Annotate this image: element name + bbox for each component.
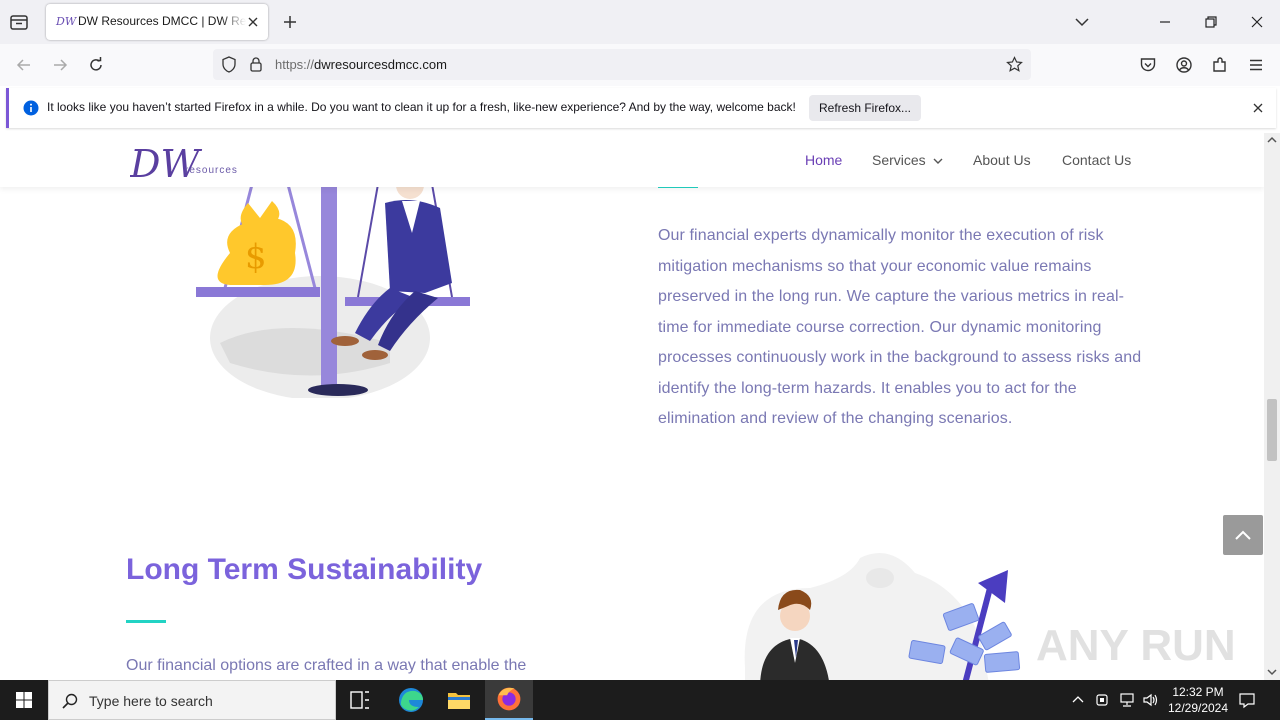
bookmark-star-icon[interactable] (1006, 56, 1023, 73)
file-explorer-icon[interactable] (435, 680, 483, 720)
nav-services-link[interactable]: Services (872, 152, 926, 168)
firefox-taskbar-icon[interactable] (485, 680, 533, 720)
balance-scale-illustration: $ (196, 173, 470, 398)
section-accent-line (126, 620, 166, 623)
lock-icon[interactable] (249, 56, 263, 73)
tab-title: DW Resources DMCC | DW Resources (78, 14, 246, 28)
scrollbar-thumb[interactable] (1267, 399, 1277, 461)
minimize-window-icon[interactable] (1157, 14, 1173, 30)
money-symbol: $ (245, 237, 267, 277)
back-to-top-button[interactable] (1223, 515, 1263, 555)
pocket-icon[interactable] (1139, 56, 1157, 74)
tracking-protection-shield-icon[interactable] (221, 56, 237, 73)
notifications-icon[interactable] (1238, 691, 1256, 709)
scroll-up-arrow-icon[interactable] (1267, 136, 1277, 144)
notification-message: It looks like you haven’t started Firefo… (47, 100, 796, 114)
sustainability-paragraph: Our financial options are crafted in a w… (126, 657, 527, 674)
dw-resources-logo[interactable]: DW resources (130, 137, 250, 185)
risk-monitoring-paragraph: Our financial experts dynamically monito… (658, 227, 1142, 427)
browser-navigation-bar: https://dwresourcesdmcc.com (0, 44, 1280, 86)
services-chevron-down-icon[interactable] (933, 157, 943, 165)
watermark-text: ANY RUN (1036, 621, 1236, 670)
hamburger-menu-icon[interactable] (1247, 56, 1265, 74)
taskbar-search-box[interactable]: Type here to search (48, 680, 336, 720)
close-tab-icon[interactable] (246, 15, 260, 29)
extensions-puzzle-icon[interactable] (1211, 56, 1229, 74)
windows-taskbar: Type here to search 12:32 PM 12/29/2024 (0, 680, 1280, 720)
nav-home-link[interactable]: Home (805, 152, 842, 168)
volume-icon[interactable] (1142, 692, 1160, 708)
clock-time: 12:32 PM (1172, 685, 1224, 699)
tab-overflow-chevron-icon[interactable] (1074, 14, 1090, 30)
web-page-content: $ Our financial experts dynamically moni… (0, 133, 1264, 680)
refresh-firefox-notification: It looks like you haven’t started Firefo… (6, 88, 1276, 128)
back-arrow-icon[interactable] (15, 56, 33, 74)
clock-date: 12/29/2024 (1167, 701, 1229, 715)
browser-tab-active[interactable]: DW DW Resources DMCC | DW Resources (46, 4, 268, 40)
anyrun-watermark: ANY RUN (1036, 621, 1236, 670)
system-clock[interactable]: 12:32 PM 12/29/2024 (1160, 684, 1236, 716)
growth-businessman-illustration (744, 553, 1021, 680)
search-placeholder: Type here to search (89, 693, 213, 709)
url-text[interactable]: https://dwresourcesdmcc.com (275, 57, 447, 72)
account-icon[interactable] (1175, 56, 1193, 74)
reload-icon[interactable] (87, 56, 105, 74)
scroll-down-arrow-icon[interactable] (1267, 668, 1277, 676)
nav-contact-link[interactable]: Contact Us (1062, 152, 1131, 168)
screen: DW DW Resources DMCC | DW Resources (0, 0, 1280, 720)
address-bar[interactable]: https://dwresourcesdmcc.com (213, 49, 1031, 80)
info-icon (23, 100, 39, 116)
url-protocol: https:// (275, 57, 315, 72)
show-hidden-icons-chevron-icon[interactable] (1071, 693, 1085, 707)
restore-window-icon[interactable] (1203, 14, 1219, 30)
nav-about-link[interactable]: About Us (973, 152, 1031, 168)
network-icon[interactable] (1118, 692, 1136, 708)
section-heading: Long Term Sustainability (126, 553, 483, 586)
windows-start-icon[interactable] (0, 680, 48, 720)
refresh-firefox-button[interactable]: Refresh Firefox... (809, 95, 921, 121)
close-window-icon[interactable] (1249, 14, 1265, 30)
logo-word: resources (185, 165, 238, 176)
url-domain: dwresourcesdmcc.com (314, 57, 447, 72)
site-header: DW resources Home Services About Us Cont… (0, 133, 1264, 187)
meet-now-icon[interactable] (1095, 692, 1111, 708)
search-icon (62, 693, 78, 709)
page-scrollbar[interactable] (1264, 133, 1280, 680)
forward-arrow-icon[interactable] (51, 56, 69, 74)
close-notification-icon[interactable] (1251, 101, 1265, 115)
task-view-icon[interactable] (336, 680, 384, 720)
site-favicon-icon: DW (56, 15, 77, 28)
browser-tab-strip: DW DW Resources DMCC | DW Resources (0, 0, 1280, 44)
edge-browser-icon[interactable] (387, 680, 435, 720)
logo-initials: DW (130, 142, 202, 185)
new-tab-plus-icon[interactable] (282, 14, 298, 30)
tab-list-icon[interactable] (8, 12, 30, 32)
